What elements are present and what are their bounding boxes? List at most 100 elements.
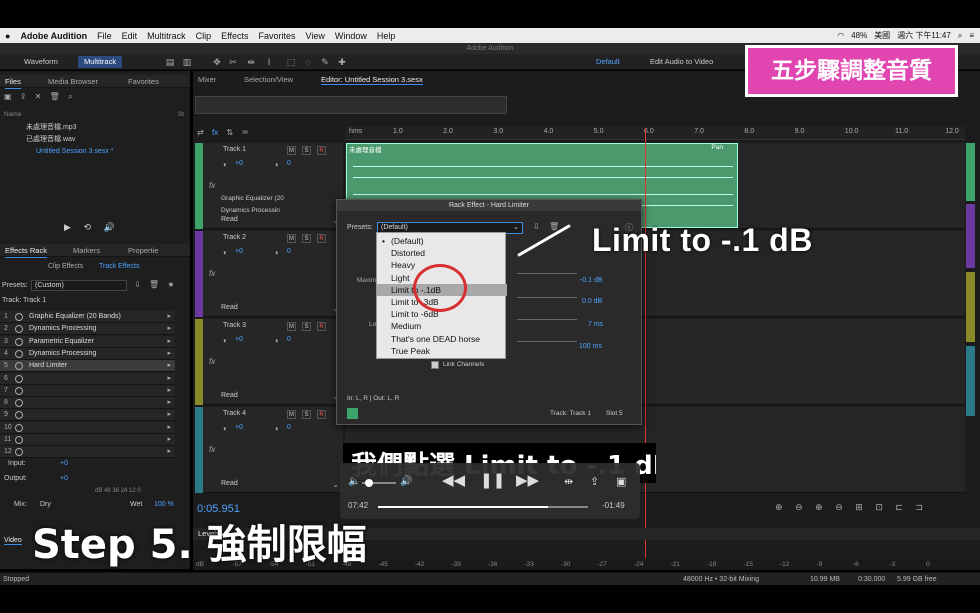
slot-menu-arrow-icon[interactable]: ▸ (167, 434, 171, 446)
tab-video[interactable]: Video (4, 537, 22, 545)
release-value[interactable]: 100 ms (579, 343, 602, 350)
tab-track-effects[interactable]: Track Effects (99, 263, 139, 270)
spectral-tool-icon[interactable]: ▥ (182, 57, 192, 67)
menu-favorites[interactable]: Favorites (254, 31, 301, 41)
file-item[interactable]: 未處理音檔.mp3 (0, 122, 190, 133)
automation-mode[interactable]: Read (221, 216, 238, 223)
menu-edit[interactable]: Edit (117, 31, 143, 41)
fx-icon[interactable]: fx (209, 357, 215, 366)
zoom-selection-icon[interactable]: ⊡ (875, 502, 883, 512)
solo-button[interactable]: S (302, 410, 311, 419)
slot-menu-arrow-icon[interactable]: ▸ (167, 311, 171, 323)
tab-properties[interactable]: Propertie (128, 244, 158, 257)
battery-level[interactable]: 48% (851, 31, 867, 40)
tab-media-browser[interactable]: Media Browser (48, 75, 98, 88)
max-amplitude-slider[interactable] (517, 273, 577, 274)
automation-mode[interactable]: Read (221, 480, 238, 487)
fast-forward-icon[interactable]: ▶▶ (516, 471, 539, 489)
zoom-in-time-icon[interactable]: ⊕ (815, 502, 823, 512)
move-tool-icon[interactable]: ✥ (212, 57, 222, 67)
menu-list-icon[interactable]: ≡ (969, 31, 974, 40)
zoom-in-point-icon[interactable]: ⊏ (895, 502, 903, 512)
slot-menu-arrow-icon[interactable]: ▸ (167, 397, 171, 409)
record-arm-button[interactable]: R (317, 322, 326, 331)
rack-preset-select[interactable]: (Custom) (31, 280, 127, 291)
file-item-session[interactable]: Untitled Session 3.sesx * (0, 146, 190, 157)
status-column-header[interactable]: St (178, 111, 184, 118)
track-name[interactable]: Track 1 (223, 146, 246, 153)
effect-slot[interactable]: 4 Dynamics Processing ▸ (0, 347, 175, 360)
power-icon[interactable] (347, 408, 358, 419)
slot-power-icon[interactable] (15, 399, 23, 408)
automation-mode[interactable]: Read (221, 392, 238, 399)
record-arm-button[interactable]: R (317, 234, 326, 243)
track-fx-slot[interactable]: Graphic Equalizer (20 (221, 195, 284, 202)
time-selection-tool-icon[interactable]: I (264, 57, 274, 67)
output-gain[interactable]: +0 (60, 475, 68, 482)
mute-button[interactable]: M (287, 234, 296, 243)
waveform-view-button[interactable]: Waveform (18, 56, 64, 68)
pause-icon[interactable]: ❚❚ (480, 471, 505, 489)
close-file-icon[interactable]: ✕ (35, 92, 42, 101)
track-fx-slot[interactable]: Dynamics Processin (221, 207, 280, 214)
slip-tool-icon[interactable]: ⇹ (246, 57, 256, 67)
slot-power-icon[interactable] (15, 374, 23, 383)
track-name[interactable]: Track 2 (223, 234, 246, 241)
tab-editor-session[interactable]: Editor: Untitled Session 3.sesx (321, 75, 423, 85)
slot-menu-arrow-icon[interactable]: ▸ (167, 323, 171, 335)
save-preset-icon[interactable]: ⇩ (134, 280, 141, 289)
menu-file[interactable]: File (92, 31, 117, 41)
slot-power-icon[interactable] (15, 337, 23, 346)
tab-favorites[interactable]: Favorites (128, 75, 159, 88)
solo-button[interactable]: S (302, 322, 311, 331)
effect-slot[interactable]: 8 ▸ (0, 397, 175, 410)
track-volume[interactable]: +0 (235, 248, 243, 255)
volume-max-icon[interactable]: 🔊 (400, 476, 412, 487)
loop-preview-icon[interactable]: ⟲ (83, 222, 91, 232)
zoom-full-icon[interactable]: ⊞ (855, 502, 863, 512)
tab-effects-rack[interactable]: Effects Rack (5, 244, 47, 258)
effect-slot[interactable]: 7 ▸ (0, 384, 175, 397)
file-item[interactable]: 已處理音檔.wav (0, 134, 190, 145)
search-icon[interactable]: ⌕ (958, 31, 962, 41)
track-pan[interactable]: 0 (287, 336, 291, 343)
marquee-tool-icon[interactable]: ⬚ (286, 57, 296, 67)
share-icon[interactable]: ⇪ (590, 475, 599, 488)
effect-slot[interactable]: 2 Dynamics Processing ▸ (0, 323, 175, 336)
name-column-header[interactable]: Name (4, 111, 21, 118)
pip-icon[interactable]: ▣ (616, 475, 626, 488)
eq-icon[interactable]: ♒ (241, 128, 248, 137)
release-slider[interactable] (517, 341, 577, 342)
slot-menu-arrow-icon[interactable]: ▸ (167, 422, 171, 434)
pan-knob-icon[interactable]: ◐ (275, 336, 280, 345)
volume-knob-icon[interactable]: ◐ (223, 248, 228, 257)
files-search-icon[interactable]: ⌕ (68, 92, 72, 101)
volume-icon[interactable]: 🔈 (348, 476, 360, 487)
wifi-icon[interactable]: ◠ (837, 31, 844, 40)
pan-knob-icon[interactable]: ◐ (275, 424, 280, 433)
input-gain[interactable]: +0 (60, 460, 68, 467)
solo-button[interactable]: S (302, 234, 311, 243)
delete-preset-icon[interactable]: 🗑 (149, 280, 159, 289)
tab-clip-effects[interactable]: Clip Effects (48, 263, 83, 270)
apple-icon[interactable]: ● (0, 31, 15, 41)
slot-power-icon[interactable] (15, 325, 23, 334)
playhead[interactable] (645, 128, 646, 558)
zoom-in-amplitude-icon[interactable]: ⊕ (775, 502, 783, 512)
sends-icon[interactable]: ⇅ (226, 128, 233, 137)
menu-help[interactable]: Help (372, 31, 401, 41)
zoom-out-time-icon[interactable]: ⊖ (835, 502, 843, 512)
menu-multitrack[interactable]: Multitrack (142, 31, 191, 41)
menu-view[interactable]: View (301, 31, 330, 41)
slot-menu-arrow-icon[interactable]: ▸ (167, 373, 171, 385)
fx-icon[interactable]: fx (209, 181, 215, 190)
volume-knob-icon[interactable]: ◐ (223, 424, 228, 433)
preset-menu-item[interactable]: True Peak (377, 345, 507, 357)
slot-menu-arrow-icon[interactable]: ▸ (167, 409, 171, 421)
solo-button[interactable]: S (302, 146, 311, 155)
clock[interactable]: 週六 下午11:47 (897, 30, 951, 41)
save-effect-preset-icon[interactable]: ⇩ (533, 222, 540, 231)
input-boost-slider[interactable] (517, 297, 577, 298)
effect-slot[interactable]: 1 Graphic Equalizer (20 Bands) ▸ (0, 311, 175, 323)
pan-knob-icon[interactable]: ◐ (275, 248, 280, 257)
